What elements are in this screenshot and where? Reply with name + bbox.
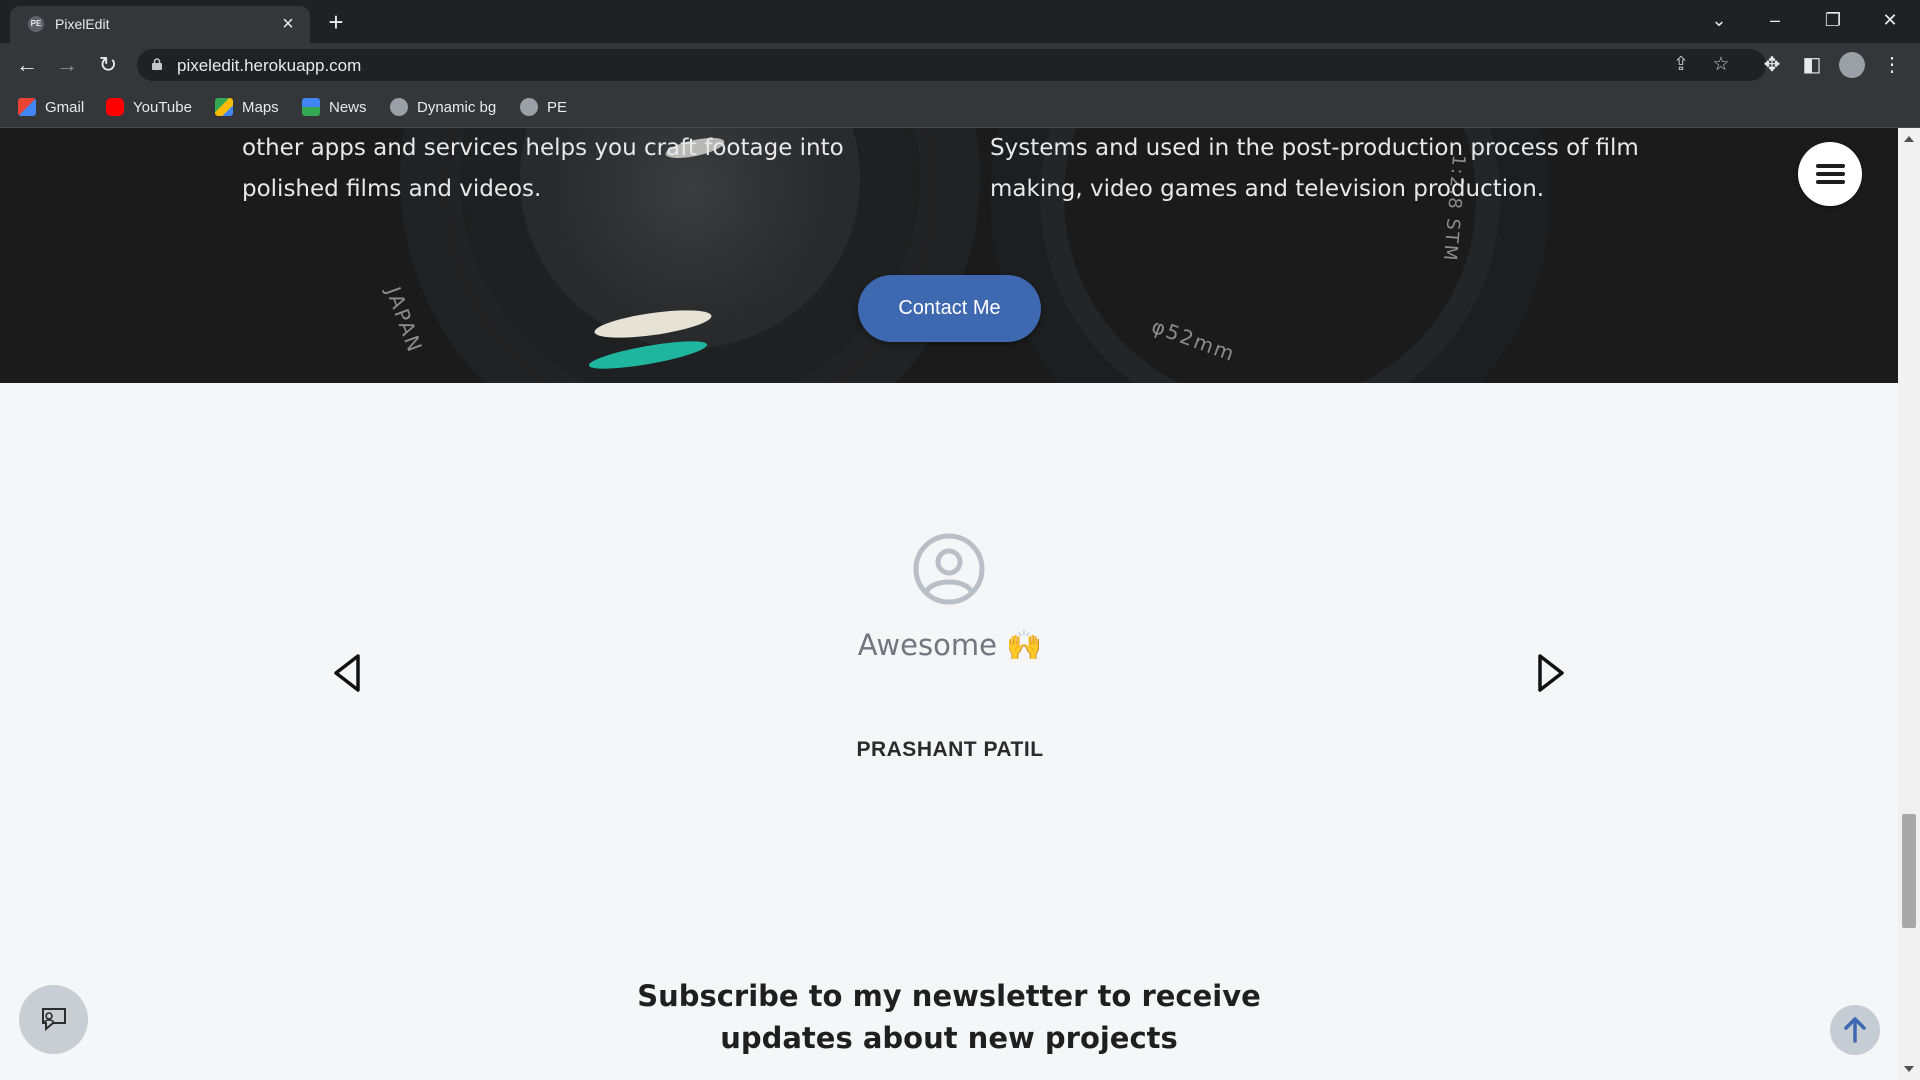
- tab-strip: PE PixelEdit × + ⌄ – ❐ ✕: [0, 0, 1920, 43]
- previous-testimonial-icon[interactable]: [326, 648, 366, 698]
- bookmarks-bar: Gmail YouTube Maps News Dynamic bg PE: [0, 86, 1920, 128]
- page-scrollbar[interactable]: [1898, 128, 1920, 1080]
- bookmark-label: News: [329, 98, 367, 116]
- tab-search-icon[interactable]: ⌄: [1696, 6, 1742, 34]
- bookmark-label: YouTube: [133, 98, 192, 116]
- user-circle-icon: [913, 533, 985, 605]
- newsletter-heading: Subscribe to my newsletter to receive up…: [549, 975, 1349, 1059]
- address-bar[interactable]: pixeledit.herokuapp.com ⇪ ☆: [137, 49, 1766, 81]
- restore-button[interactable]: ❐: [1810, 6, 1856, 34]
- bookmark-pe[interactable]: PE: [520, 97, 567, 117]
- browser-toolbar: ← → ↻ pixeledit.herokuapp.com ⇪ ☆ ✥ ◧ ⋮: [0, 43, 1920, 86]
- chat-icon: [42, 1008, 66, 1032]
- minimize-button[interactable]: –: [1752, 6, 1798, 34]
- globe-icon: [520, 98, 538, 116]
- scroll-to-top-button[interactable]: [1830, 1005, 1880, 1055]
- new-tab-button[interactable]: +: [322, 9, 350, 37]
- bookmark-gmail[interactable]: Gmail: [18, 97, 84, 117]
- menu-bar: [1816, 164, 1845, 168]
- share-icon[interactable]: ⇪: [1670, 54, 1692, 76]
- tab-pixeledit[interactable]: PE PixelEdit ×: [10, 6, 310, 43]
- close-tab-icon[interactable]: ×: [278, 14, 298, 34]
- testimonial-author: PRASHANT PATIL: [856, 738, 1044, 761]
- scrollbar-thumb[interactable]: [1902, 814, 1916, 928]
- youtube-icon: [106, 98, 124, 116]
- hamburger-menu-button[interactable]: [1798, 142, 1862, 206]
- paragraph-line: Systems and used in the post-production …: [990, 135, 1639, 161]
- next-testimonial-icon[interactable]: [1532, 648, 1572, 698]
- bookmark-news[interactable]: News: [302, 97, 367, 117]
- heading-line: Subscribe to my newsletter to receive: [637, 979, 1261, 1013]
- bookmark-label: Gmail: [45, 98, 85, 116]
- url-text: pixeledit.herokuapp.com: [177, 56, 362, 75]
- paragraph-line: making, video games and television produ…: [990, 176, 1545, 202]
- bookmark-star-icon[interactable]: ☆: [1710, 54, 1732, 76]
- contact-me-button[interactable]: Contact Me: [858, 275, 1041, 342]
- bookmark-label: Maps: [242, 98, 279, 116]
- bookmark-maps[interactable]: Maps: [215, 97, 279, 117]
- service-description-left: other apps and services helps you craft …: [242, 128, 844, 210]
- menu-bar: [1816, 172, 1845, 176]
- profile-avatar[interactable]: [1839, 52, 1865, 78]
- gmail-icon: [18, 98, 36, 116]
- lens-engraving: JAPAN: [381, 283, 428, 357]
- bookmark-label: Dynamic bg: [417, 98, 497, 116]
- scroll-up-arrow[interactable]: [1904, 136, 1914, 142]
- side-panel-icon[interactable]: ◧: [1800, 53, 1824, 77]
- service-description-right: Systems and used in the post-production …: [990, 128, 1639, 210]
- page-viewport: JAPAN φ52mm 1:2.8 STM other apps and ser…: [0, 128, 1898, 1080]
- close-window-button[interactable]: ✕: [1867, 6, 1913, 34]
- bookmark-label: PE: [547, 98, 568, 116]
- reload-button[interactable]: ↻: [93, 50, 123, 80]
- feedback-chat-button[interactable]: [19, 985, 88, 1054]
- hero-section: JAPAN φ52mm 1:2.8 STM other apps and ser…: [0, 128, 1898, 383]
- paragraph-line: polished films and videos.: [242, 176, 542, 202]
- scroll-down-arrow[interactable]: [1904, 1066, 1914, 1072]
- extensions-icon[interactable]: ✥: [1760, 53, 1784, 77]
- heading-line: updates about new projects: [720, 1021, 1178, 1055]
- maps-icon: [215, 98, 233, 116]
- forward-button[interactable]: →: [52, 50, 82, 80]
- more-menu-icon[interactable]: ⋮: [1880, 53, 1904, 77]
- bookmark-youtube[interactable]: YouTube: [106, 97, 192, 117]
- arrow-up-icon: [1844, 1017, 1866, 1043]
- testimonial-quote: Awesome 🙌: [857, 628, 1043, 662]
- lock-icon: [152, 58, 162, 70]
- tab-title: PixelEdit: [55, 16, 110, 32]
- paragraph-line: other apps and services helps you craft …: [242, 135, 844, 161]
- pixeledit-favicon-icon: PE: [28, 16, 44, 32]
- bookmark-dynamic-bg[interactable]: Dynamic bg: [390, 97, 496, 117]
- back-button[interactable]: ←: [12, 50, 42, 80]
- globe-icon: [390, 98, 408, 116]
- news-icon: [302, 98, 320, 116]
- menu-bar: [1816, 180, 1845, 184]
